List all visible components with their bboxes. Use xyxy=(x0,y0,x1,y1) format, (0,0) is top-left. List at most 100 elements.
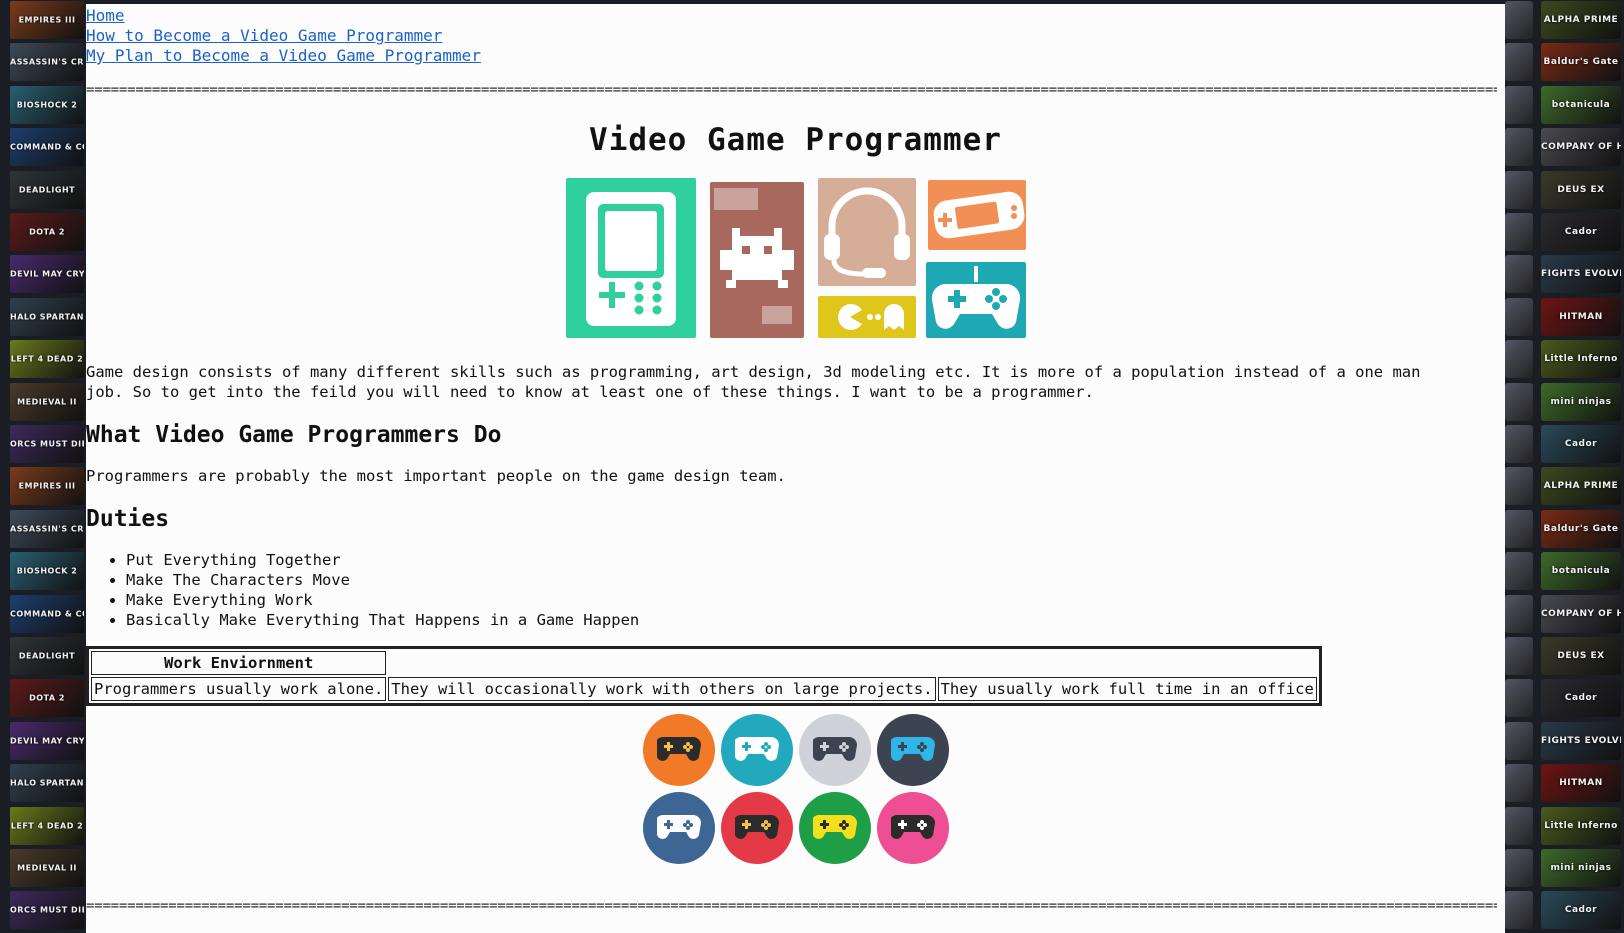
game-thumbnail: DEVIL MAY CRY xyxy=(10,721,84,760)
game-thumbnail-small xyxy=(1505,552,1533,591)
game-thumbnail: HITMAN xyxy=(1541,297,1621,336)
game-thumbnail-small xyxy=(1505,297,1533,336)
portable-console-icon xyxy=(927,180,1026,250)
table-row: Programmers usually work alone. They wil… xyxy=(91,677,1317,701)
game-thumbnail-label: LEFT 4 DEAD 2 xyxy=(10,354,84,364)
game-thumbnail: DEADLIGHT xyxy=(10,637,84,675)
game-thumbnail-label: COMMAND & CONQUER 4 xyxy=(10,609,84,619)
game-thumbnail-label: Little Inferno xyxy=(1544,354,1618,365)
game-thumbnail: botanicula xyxy=(1541,552,1621,591)
game-thumbnail: mini ninjas xyxy=(1541,382,1621,421)
game-thumbnail: LEFT 4 DEAD 2 xyxy=(10,806,84,845)
table-header: Work Enviornment xyxy=(91,651,387,675)
game-thumbnail-label: Baldur's Gate xyxy=(1543,57,1619,68)
game-thumbnail: DEUS EX xyxy=(1541,637,1621,675)
list-item: Make The Characters Move xyxy=(126,570,1505,590)
table-cell: They usually work full time in an office xyxy=(937,677,1317,701)
game-thumbnail-label: HITMAN xyxy=(1559,311,1603,322)
work-environment-table: Work Enviornment Programmers usually wor… xyxy=(86,646,1322,706)
game-thumbnail-small xyxy=(1505,467,1533,506)
game-thumbnail: Cador xyxy=(1541,425,1621,463)
gamepad-icon xyxy=(798,792,871,864)
divider-top: ========================================… xyxy=(86,82,1497,98)
game-thumbnail: Baldur's Gate xyxy=(1541,43,1621,82)
list-item: Put Everything Together xyxy=(126,550,1505,570)
game-thumbnail-small xyxy=(1505,43,1533,82)
game-thumbnail-label: Cador xyxy=(1564,693,1598,704)
game-thumbnail: COMMAND & CONQUER 4 xyxy=(10,594,84,633)
game-thumbnail-small xyxy=(1505,340,1533,379)
game-thumbnail-label: COMPANY OF HEROES xyxy=(1541,608,1621,619)
game-thumbnail-label: ASSASSIN'S CREED III xyxy=(10,524,84,534)
game-thumbnail-label: DEVIL MAY CRY xyxy=(10,269,84,279)
game-thumbnail-label: MEDIEVAL II xyxy=(17,863,77,873)
game-thumbnail-small xyxy=(1505,637,1533,675)
game-thumbnail-label: DEUS EX xyxy=(1557,184,1605,195)
game-thumbnail-small xyxy=(1505,721,1533,760)
game-thumbnail: DEUS EX xyxy=(1541,170,1621,209)
game-thumbnail-label: FIGHTS EVOLVED xyxy=(1541,735,1621,746)
game-thumbnail-label: ASSASSIN'S CREED III xyxy=(10,57,84,67)
game-thumbnail: DEADLIGHT xyxy=(10,170,84,209)
game-thumbnail-small xyxy=(1505,85,1533,124)
game-thumbnail-label: ORCS MUST DIE xyxy=(10,439,84,449)
game-thumbnail-small xyxy=(1505,425,1533,463)
game-thumbnail: BIOSHOCK 2 xyxy=(10,85,84,124)
section-heading-duties: Duties xyxy=(86,506,170,532)
intro-paragraph: Game design consists of many different s… xyxy=(86,363,1421,401)
table-row: Work Enviornment xyxy=(91,651,1317,675)
main-page: Home How to Become a Video Game Programm… xyxy=(86,4,1505,933)
game-thumbnail: Cador xyxy=(1541,213,1621,251)
game-thumbnail: COMMAND & CONQUER 4 xyxy=(10,128,84,167)
game-thumbnail-label: Cador xyxy=(1564,227,1598,237)
game-thumbnail: ASSASSIN'S CREED III xyxy=(10,43,84,82)
gamepad-icon xyxy=(798,714,871,786)
game-thumbnail-label: FIGHTS EVOLVED xyxy=(1541,269,1621,280)
game-thumbnail-label: DEVIL MAY CRY xyxy=(10,736,84,746)
game-thumbnail: ALPHA PRIME xyxy=(1541,1,1621,39)
game-thumbnail-small xyxy=(1505,679,1533,718)
right-game-strip: ALPHA PRIME Baldur's Gate botanicula COMPAN… xyxy=(1505,0,1624,933)
game-thumbnail-small xyxy=(1505,213,1533,251)
game-thumbnail-small xyxy=(1505,594,1533,633)
game-thumbnail: DOTA 2 xyxy=(10,679,84,718)
nav-link-how-to-become[interactable]: How to Become a Video Game Programmer xyxy=(86,26,442,46)
divider-bottom: ========================================… xyxy=(86,898,1497,914)
game-thumbnail-small xyxy=(1505,1,1533,39)
headset-icon xyxy=(817,178,916,286)
game-thumbnail: Cador xyxy=(1541,679,1621,718)
game-thumbnail: mini ninjas xyxy=(1541,849,1621,887)
page-title: Video Game Programmer xyxy=(589,122,1002,158)
game-icon-collage xyxy=(565,178,1026,338)
gamepad-icon xyxy=(876,714,949,786)
game-thumbnail-label: Cador xyxy=(1564,905,1598,916)
game-thumbnail-label: EMPIRES III xyxy=(18,15,76,25)
nav-link-my-plan[interactable]: My Plan to Become a Video Game Programme… xyxy=(86,46,481,66)
game-thumbnail: HALO SPARTAN ASSAULT xyxy=(10,764,84,803)
game-thumbnail-label: LEFT 4 DEAD 2 xyxy=(10,821,84,831)
game-thumbnail: ALPHA PRIME xyxy=(1541,467,1621,506)
handheld-console-icon xyxy=(565,178,696,338)
game-thumbnail: EMPIRES III xyxy=(10,467,84,506)
game-thumbnail-label: Little Inferno xyxy=(1544,820,1618,831)
game-thumbnail: Little Inferno xyxy=(1541,806,1621,845)
what-paragraph: Programmers are probably the most import… xyxy=(86,467,786,485)
space-invader-icon xyxy=(709,182,804,338)
game-thumbnail: FIGHTS EVOLVED xyxy=(1541,721,1621,760)
game-thumbnail-label: HALO SPARTAN ASSAULT xyxy=(10,778,84,788)
nav-link-home[interactable]: Home xyxy=(86,6,125,26)
game-thumbnail-label: COMPANY OF HEROES xyxy=(1541,142,1621,153)
game-thumbnail-small xyxy=(1505,806,1533,845)
game-thumbnail: Cador xyxy=(1541,891,1621,930)
game-thumbnail-small xyxy=(1505,170,1533,209)
gamepad-icon xyxy=(720,792,793,864)
game-thumbnail: COMPANY OF HEROES xyxy=(1541,128,1621,167)
game-thumbnail: HALO SPARTAN ASSAULT xyxy=(10,297,84,336)
list-item: Basically Make Everything That Happens i… xyxy=(126,610,1505,630)
game-thumbnail-label: botanicula xyxy=(1551,99,1611,110)
game-thumbnail-label: ORCS MUST DIE xyxy=(10,905,84,915)
game-thumbnail-label: Baldur's Gate xyxy=(1543,523,1619,534)
game-thumbnail: HITMAN xyxy=(1541,764,1621,803)
game-thumbnail: ORCS MUST DIE xyxy=(10,891,84,930)
game-thumbnail: ORCS MUST DIE xyxy=(10,425,84,463)
